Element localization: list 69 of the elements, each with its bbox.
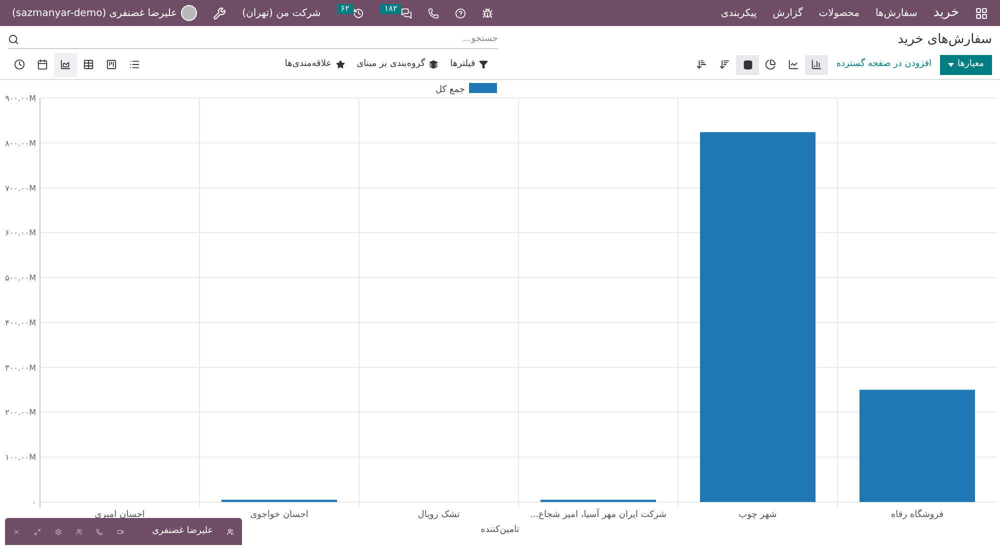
menu-item[interactable]: گزارش	[772, 6, 803, 20]
search-input[interactable]: جستجو...	[19, 32, 498, 46]
x-category-label: تشک رویال	[418, 510, 460, 520]
x-axis-title: تامین‌کننده	[480, 525, 520, 535]
filter-menu-button[interactable]: فیلترها	[450, 58, 488, 72]
sort-descending-icon[interactable]	[719, 59, 730, 70]
pie-chart-icon	[765, 59, 776, 70]
bug-icon[interactable]	[482, 8, 494, 18]
y-tick-label: ۰	[32, 498, 36, 507]
kanban-icon	[106, 59, 117, 70]
help-icon[interactable]	[455, 8, 466, 18]
legend-label[interactable]: جمع کل	[435, 85, 465, 95]
menu-item[interactable]: محصولات	[818, 6, 860, 20]
filter-icon	[479, 60, 488, 69]
layers-icon	[429, 60, 438, 69]
y-tick-label: ۱۰۰.۰۰M	[5, 453, 36, 462]
search-field[interactable]: جستجو...	[8, 31, 498, 49]
y-tick-label: ۴۰۰.۰۰M	[5, 318, 36, 328]
y-tick-label: ۳۰۰.۰۰M	[5, 363, 36, 372]
view-switch-button[interactable]	[54, 52, 77, 76]
tools-icon[interactable]	[213, 6, 226, 20]
chart-type-button[interactable]	[805, 54, 828, 74]
sort-ascending-icon[interactable]	[696, 59, 708, 70]
user-name[interactable]: علیرضا غضنفری (sazmanyar-demo)	[12, 6, 178, 20]
group-icon[interactable]	[76, 526, 82, 536]
group-icon	[227, 526, 234, 536]
x-category-label: شهر چوب	[738, 510, 777, 520]
filter-menu-button[interactable]: علاقه‌مندی‌ها	[284, 58, 345, 72]
filter-menu-button[interactable]: گروه‌بندی بر مبنای	[356, 58, 438, 72]
company-name[interactable]: شرکت من (تهران)	[242, 6, 321, 20]
chat-icon[interactable]	[401, 8, 412, 18]
search-icon[interactable]	[8, 34, 19, 45]
chat-title[interactable]: علیرضا غضنفری	[152, 524, 214, 538]
list-icon	[129, 59, 140, 70]
phone-icon[interactable]	[96, 526, 104, 536]
avatar	[181, 5, 198, 21]
insert-spreadsheet-link[interactable]: افزودن در صفحه گسترده	[836, 58, 932, 72]
y-tick-label: ۶۰۰.۰۰M	[5, 228, 36, 238]
count-badge: ۶۲	[336, 4, 354, 14]
line-chart-icon	[788, 59, 800, 70]
stacked-toggle[interactable]	[736, 54, 760, 74]
calendar-icon	[37, 59, 48, 70]
count-badge: ۱۸۲	[380, 4, 402, 14]
x-category-label: فروشگاه رفاه	[890, 510, 944, 520]
expand-icon[interactable]	[34, 526, 41, 536]
menu-item[interactable]: سفارش‌ها	[876, 6, 918, 20]
database-icon	[742, 60, 753, 70]
y-tick-label: ۹۰۰.۰۰M	[5, 94, 36, 103]
y-tick-label: ۸۰۰.۰۰M	[5, 138, 36, 148]
x-category-label: احسان خواجوی	[250, 510, 308, 520]
x-category-label: شرکت ایران مهر آسیا، امیر شجاع...	[530, 510, 666, 520]
bar-chart-icon	[811, 59, 822, 70]
app-name[interactable]: خرید	[933, 3, 959, 23]
y-tick-label: ۷۰۰.۰۰M	[5, 184, 36, 193]
area-chart-icon	[60, 59, 71, 70]
y-tick-label: ۲۰۰.۰۰M	[5, 408, 36, 418]
measures-button[interactable]: معیارها	[940, 54, 992, 74]
clock-icon	[14, 59, 25, 70]
apps-grid-icon[interactable]	[975, 6, 988, 20]
y-tick-label: ۵۰۰.۰۰M	[5, 274, 36, 283]
clock-icon[interactable]	[353, 8, 364, 18]
star-icon	[336, 60, 345, 69]
chat-window-bar[interactable]: علیرضا غضنفری	[5, 518, 242, 545]
caret-icon	[948, 62, 954, 66]
settings-icon[interactable]	[54, 526, 62, 536]
legend-swatch[interactable]	[469, 83, 497, 93]
table-icon	[83, 59, 94, 70]
page-title: سفارش‌های خرید	[896, 31, 992, 50]
menu-item[interactable]: پیکربندی	[720, 6, 757, 20]
